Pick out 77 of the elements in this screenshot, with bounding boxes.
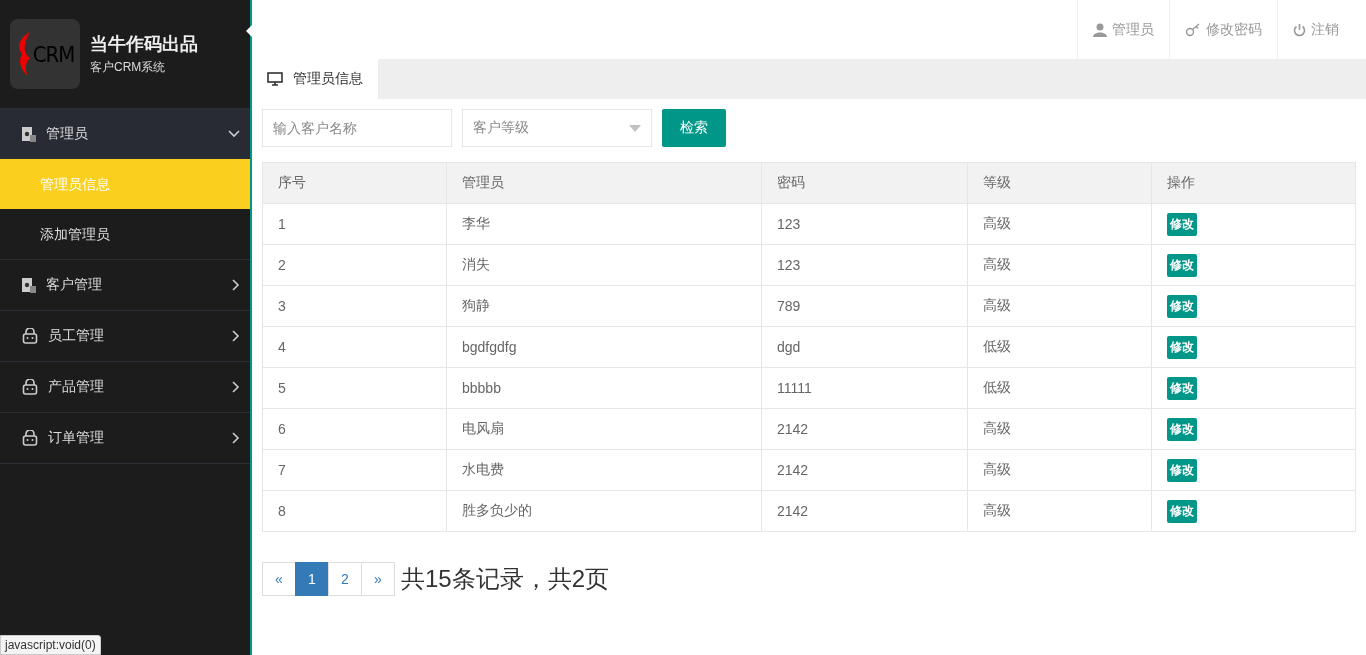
table-cell: dgd [761, 326, 968, 368]
sidebar-item[interactable]: 员工管理 [0, 310, 250, 361]
monitor-icon [267, 72, 283, 86]
table-cell: 高级 [967, 244, 1152, 286]
table-cell: 李华 [446, 203, 762, 245]
column-header: 密码 [761, 162, 968, 204]
dropdown-caret-icon [629, 124, 641, 132]
brand-title: 当牛作码出品 [90, 33, 198, 56]
sidebar-subitem[interactable]: 添加管理员 [0, 209, 250, 259]
user-icon [1093, 22, 1107, 37]
table-cell: 胜多负少的 [446, 490, 762, 532]
edit-button[interactable]: 修改 [1167, 294, 1197, 318]
chevron-right-icon [232, 381, 240, 393]
basket-icon [22, 379, 38, 395]
page-button[interactable]: 2 [328, 562, 362, 596]
table-cell: 消失 [446, 244, 762, 286]
table-cell: 高级 [967, 490, 1152, 532]
page-button[interactable]: 1 [295, 562, 329, 596]
table-cell: bgdfgdfg [446, 326, 762, 368]
table-cell: 高级 [967, 449, 1152, 491]
table-cell: 1 [262, 203, 447, 245]
table-cell: 8 [262, 490, 447, 532]
table-cell: 高级 [967, 203, 1152, 245]
table-cell: 电风扇 [446, 408, 762, 450]
customer-name-input[interactable]: 输入客户名称 [262, 109, 452, 147]
table-cell: 高级 [967, 285, 1152, 327]
table-cell: 2142 [761, 449, 968, 491]
edit-button[interactable]: 修改 [1167, 335, 1197, 359]
status-bar-url: javascript:void(0) [0, 635, 101, 655]
table-cell: 4 [262, 326, 447, 368]
document-gear-icon [22, 126, 36, 142]
edit-button[interactable]: 修改 [1167, 417, 1197, 441]
table-cell: 水电费 [446, 449, 762, 491]
chevron-right-icon [232, 279, 240, 291]
edit-button[interactable]: 修改 [1167, 253, 1197, 277]
column-header: 等级 [967, 162, 1152, 204]
table-cell: 2142 [761, 408, 968, 450]
table-cell: 狗静 [446, 285, 762, 327]
table-cell: 3 [262, 285, 447, 327]
sidebar-item[interactable]: 产品管理 [0, 361, 250, 412]
table-cell: 789 [761, 285, 968, 327]
column-header: 管理员 [446, 162, 762, 204]
chevron-down-icon [228, 130, 240, 138]
record-summary: 共15条记录，共2页 [401, 564, 610, 594]
column-header: 序号 [262, 162, 447, 204]
table-cell: 高级 [967, 408, 1152, 450]
tab[interactable]: 管理员信息 [252, 59, 378, 99]
edit-button[interactable]: 修改 [1167, 212, 1197, 236]
edit-button[interactable]: 修改 [1167, 499, 1197, 523]
document-gear-icon [22, 277, 36, 293]
table-cell: 7 [262, 449, 447, 491]
power-icon [1293, 22, 1306, 37]
sidebar-item[interactable]: 订单管理 [0, 412, 250, 463]
table-cell: 低级 [967, 367, 1152, 409]
brand-subtitle: 客户CRM系统 [90, 59, 167, 76]
edit-button[interactable]: 修改 [1167, 376, 1197, 400]
table-cell: bbbbb [446, 367, 762, 409]
basket-icon [22, 328, 38, 344]
table-cell: 11111 [761, 367, 968, 409]
search-button[interactable]: 检索 [662, 109, 726, 147]
table-cell: 5 [262, 367, 447, 409]
chevron-right-icon [232, 432, 240, 444]
sidebar-item[interactable]: 管理员 [0, 108, 250, 159]
table-cell: 123 [761, 203, 968, 245]
edit-button[interactable]: 修改 [1167, 458, 1197, 482]
table-cell: 2 [262, 244, 447, 286]
next-page-button[interactable]: » [361, 562, 395, 596]
table-cell: 123 [761, 244, 968, 286]
sidebar-item[interactable]: 客户管理 [0, 259, 250, 310]
table-cell: 6 [262, 408, 447, 450]
chevron-right-icon [232, 330, 240, 342]
table-cell: 2142 [761, 490, 968, 532]
column-header: 操作 [1151, 162, 1356, 204]
key-icon [1185, 22, 1201, 37]
basket-icon [22, 430, 38, 446]
level-select[interactable]: 客户等级 [462, 109, 652, 147]
table-cell: 低级 [967, 326, 1152, 368]
